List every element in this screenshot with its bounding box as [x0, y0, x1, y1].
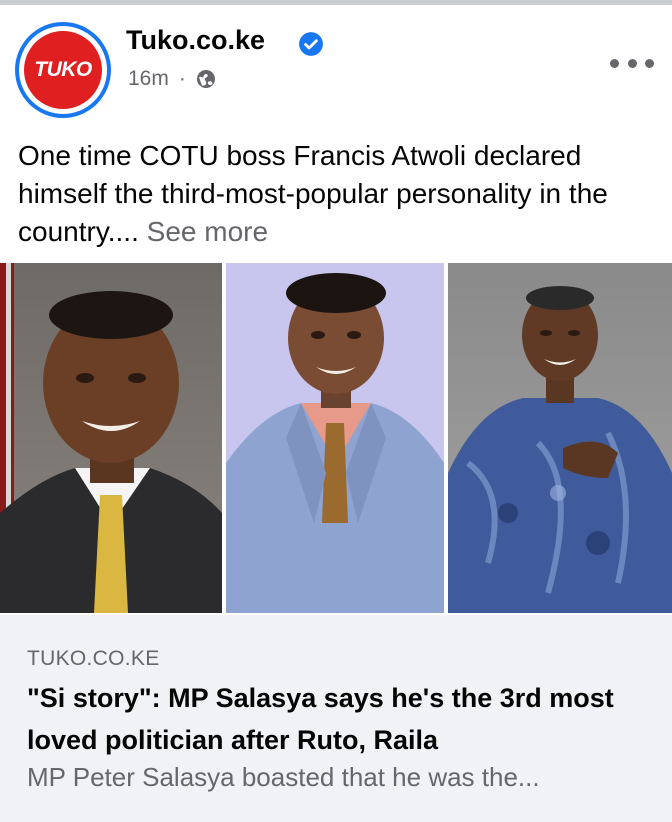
link-preview-card[interactable]: TUKO.CO.KE "Si story": MP Salasya says h…: [0, 615, 672, 822]
link-headline: "Si story": MP Salasya says he's the 3rd…: [27, 683, 614, 755]
more-dot: [610, 58, 619, 68]
post-caption: One time COTU boss Francis Atwoli declar…: [18, 137, 658, 251]
post-header: TUKO Tuko.co.ke 16m ·: [0, 5, 672, 125]
page-name-link[interactable]: Tuko.co.ke: [126, 25, 265, 56]
portrait-illustration: [448, 286, 672, 613]
tuko-logo: TUKO: [24, 31, 102, 109]
meta-separator: ·: [178, 67, 186, 90]
photo-raila: [448, 263, 672, 613]
more-dot: [627, 58, 637, 68]
tuko-logo-text: TUKO: [34, 58, 92, 81]
link-preview-image[interactable]: [0, 263, 672, 613]
more-options-icon[interactable]: [610, 53, 654, 73]
see-more-link[interactable]: See more: [147, 216, 268, 247]
globe-icon[interactable]: [196, 69, 216, 89]
verified-badge-icon: [299, 32, 323, 56]
link-domain: TUKO.CO.KE: [27, 647, 160, 670]
post-meta: 16m ·: [128, 67, 216, 91]
portrait-illustration: [226, 273, 444, 613]
post-caption-text: One time COTU boss Francis Atwoli declar…: [18, 140, 608, 247]
link-description: MP Peter Salasya boasted that he was the…: [27, 762, 540, 792]
portrait-illustration: [0, 263, 222, 613]
photo-salasya: [226, 263, 444, 613]
page-avatar[interactable]: TUKO: [15, 22, 111, 118]
more-dot: [645, 58, 654, 68]
avatar-ring: TUKO: [19, 26, 107, 114]
photo-ruto: [0, 263, 222, 613]
post-timestamp[interactable]: 16m: [128, 67, 169, 91]
